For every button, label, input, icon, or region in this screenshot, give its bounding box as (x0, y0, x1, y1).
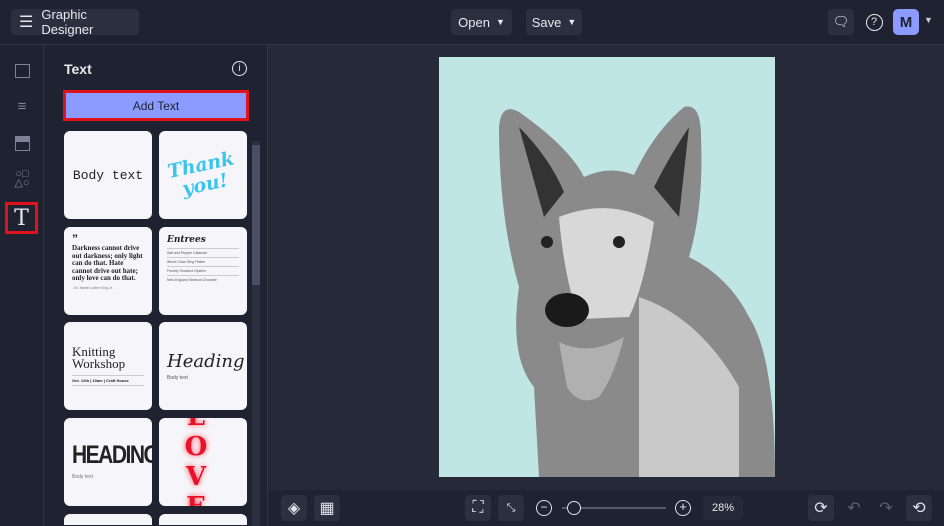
comment-icon: 🗨 (832, 14, 850, 29)
card-text: Oct. 12th | 10am | Craft House (72, 375, 144, 386)
adjust-tool[interactable]: ≡ (8, 92, 36, 120)
card-text: Body text (72, 167, 144, 183)
history-button[interactable]: ⟲ (906, 495, 932, 521)
template-script-heading[interactable]: Heading Body text (159, 322, 247, 410)
layers-button[interactable]: ◈ (281, 495, 307, 521)
open-label: Open (458, 14, 490, 30)
card-text: LOVE (184, 418, 222, 506)
layers-icon: ◈ (287, 500, 301, 517)
zoom-slider-thumb[interactable] (566, 501, 581, 515)
card-text: Body text (167, 375, 188, 381)
save-label: Save (531, 14, 562, 30)
shrink-button[interactable]: ⤡ (498, 495, 524, 521)
quote-icon: ” (72, 232, 78, 246)
bottom-toolbar: ◈ ▦ ⛶ ⤡ − + 28% ⟳ ↶ ↷ ⟲ (268, 490, 944, 526)
shapes-icon: ○□ △○ (14, 168, 30, 189)
card-text: Body text (72, 474, 93, 480)
images-tool[interactable] (8, 57, 36, 85)
layout-tool[interactable] (8, 129, 36, 157)
card-text: - Dr. Martin Luther King Jr. (72, 285, 113, 290)
hamburger-icon: ☰ (19, 14, 34, 31)
undo-button[interactable]: ↶ (841, 495, 867, 521)
text-icon: T (14, 205, 29, 231)
card-text: Darkness cannot drive out darkness; only… (72, 244, 143, 282)
zoom-in-icon[interactable]: + (675, 500, 691, 516)
image-icon (14, 64, 30, 78)
fit-screen-button[interactable]: ⛶ (465, 495, 491, 521)
help-button[interactable]: ? (861, 9, 887, 35)
avatar[interactable]: M (893, 9, 919, 35)
top-bar: ☰ Graphic Designer Open ▼ Save ▼ 🗨 ? M ▼ (0, 0, 944, 45)
app-title: Graphic Designer (41, 7, 94, 37)
menu-item: Salt and Pepper Calamari (167, 248, 239, 257)
scrollbar[interactable] (252, 141, 260, 526)
menu-button[interactable]: ☰ Graphic Designer (11, 7, 139, 37)
refresh-icon: ⟳ (814, 500, 828, 517)
template-menu[interactable]: Entrees Salt and Pepper Calamari Whole C… (159, 227, 247, 315)
text-panel: Text i Add Text Body text Thank you! ” D… (44, 45, 268, 526)
menu-item: Whole Clam Ring Platter (167, 257, 239, 266)
chevron-down-icon: ▼ (567, 17, 577, 27)
chevron-down-icon[interactable]: ▼ (924, 15, 933, 25)
card-text: Heading (167, 351, 245, 372)
menu-item: Freshly Shucked Oysters (167, 266, 239, 275)
expand-icon: ⛶ (472, 499, 484, 516)
template-thank-you[interactable]: Thank you! (159, 131, 247, 219)
panel-title: Text (64, 61, 92, 77)
template-more[interactable] (64, 514, 152, 525)
card-text: Entrees (167, 235, 206, 245)
redo-icon: ↷ (879, 500, 893, 517)
zoom-slider[interactable] (562, 501, 666, 515)
template-more[interactable] (159, 514, 247, 525)
menu-item: New England Seafood Chowder (167, 275, 239, 284)
dog-illustration (499, 106, 775, 477)
help-icon: ? (865, 13, 883, 31)
collapse-icon: ⤡ (506, 501, 516, 514)
tool-rail: ≡ ○□ △○ T (0, 45, 44, 526)
card-text: Thank you! (165, 147, 237, 201)
grid-button[interactable]: ▦ (314, 495, 340, 521)
zoom-value[interactable]: 28% (703, 496, 743, 520)
zoom-out-icon[interactable]: − (536, 500, 552, 516)
shapes-tool[interactable]: ○□ △○ (8, 165, 36, 193)
template-body-text[interactable]: Body text (64, 131, 152, 219)
design-canvas[interactable] (439, 57, 775, 477)
undo-icon: ↶ (847, 500, 861, 517)
grid-icon: ▦ (319, 500, 335, 517)
history-icon: ⟲ (912, 500, 926, 517)
chevron-down-icon: ▼ (495, 17, 505, 27)
card-text: HEADING (72, 441, 152, 470)
template-knitting[interactable]: Knitting Workshop Oct. 12th | 10am | Cra… (64, 322, 152, 410)
comments-button[interactable]: 🗨 (828, 9, 854, 35)
text-tool[interactable]: T (5, 202, 38, 234)
open-button[interactable]: Open ▼ (451, 9, 512, 35)
add-text-button[interactable]: Add Text (63, 90, 249, 121)
replace-button[interactable]: ⟳ (808, 495, 834, 521)
layout-icon (14, 135, 30, 151)
info-icon[interactable]: i (232, 61, 247, 76)
template-quote[interactable]: ” Darkness cannot drive out darkness; on… (64, 227, 152, 315)
template-love[interactable]: LOVE (159, 418, 247, 506)
template-bold-heading[interactable]: HEADING Body text (64, 418, 152, 506)
redo-button[interactable]: ↷ (873, 495, 899, 521)
save-button[interactable]: Save ▼ (526, 9, 582, 35)
sliders-icon: ≡ (17, 97, 27, 115)
card-text: Knitting Workshop (72, 344, 126, 371)
